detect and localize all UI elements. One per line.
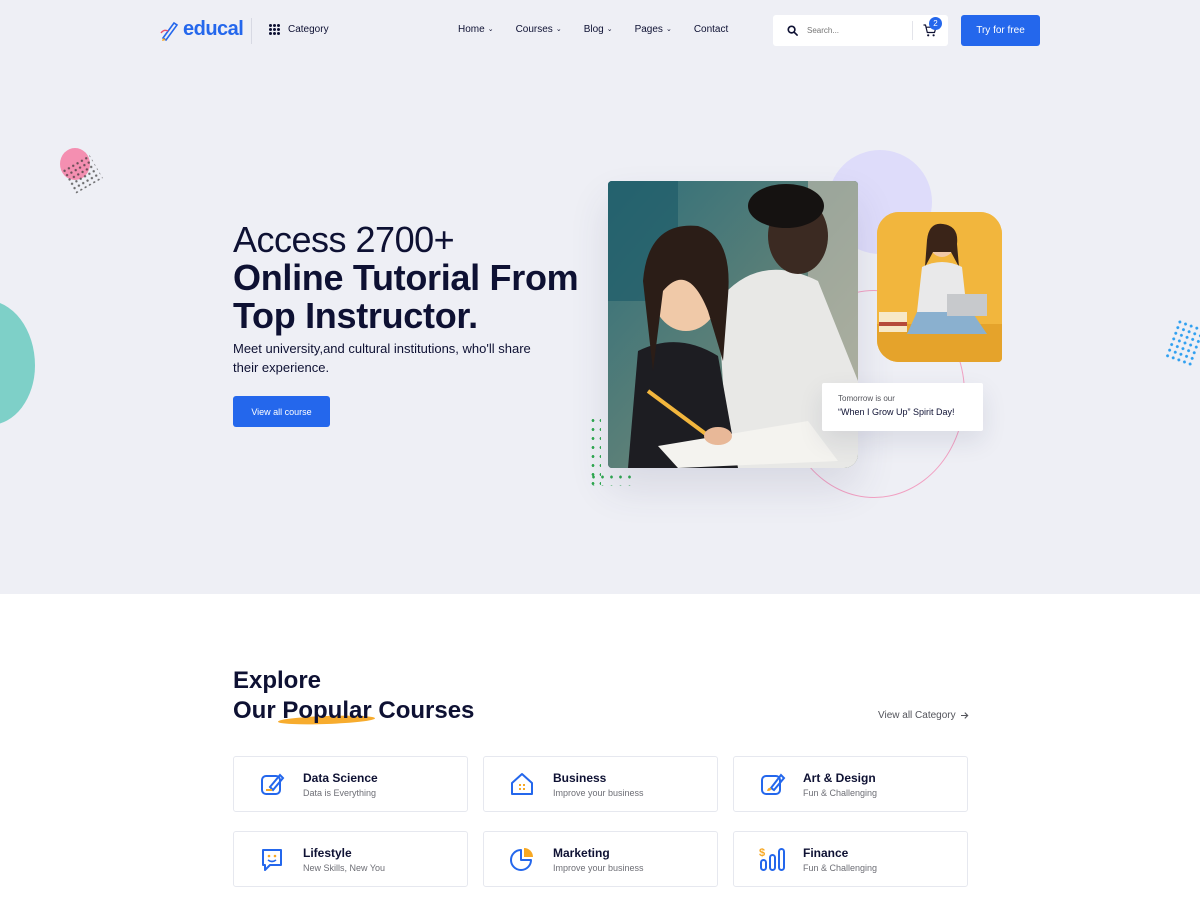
section-title-pre: Our (233, 697, 283, 724)
search-icon[interactable] (787, 25, 798, 36)
hero-title-rest: Tutorial From (343, 257, 579, 298)
header-divider (251, 18, 252, 44)
event-card-title: “When I Grow Up” Spirit Day! (838, 407, 955, 417)
highlight-text: Popular (282, 697, 372, 724)
category-title: Finance (803, 845, 849, 860)
hero-background (0, 0, 1200, 594)
category-subtitle: Fun & Challenging (803, 862, 878, 873)
section-highlight-word: Popular (278, 697, 376, 726)
nav-item-home[interactable]: Home ⌄ (458, 24, 494, 35)
sprinkles-pattern (1163, 318, 1200, 368)
grid-icon (269, 24, 280, 35)
category-title: Lifestyle (303, 845, 352, 860)
nav-item-contact[interactable]: Contact (694, 24, 728, 35)
marketing-icon (510, 848, 533, 871)
chevron-down-icon: ⌄ (487, 25, 494, 33)
category-subtitle: Improve your business (553, 862, 644, 873)
nav-item-pages[interactable]: Pages ⌄ (635, 24, 672, 35)
search-divider (912, 21, 913, 40)
nav-item-blog[interactable]: Blog ⌄ (584, 24, 613, 35)
nav-label: Pages (634, 24, 663, 35)
chevron-down-icon: ⌄ (555, 25, 562, 33)
nav-label: Blog (583, 24, 604, 35)
category-label: Category (288, 24, 329, 35)
hero-highlight-word: Online (228, 257, 348, 301)
lifestyle-icon (262, 849, 282, 871)
logo[interactable]: educal (160, 18, 244, 41)
category-title: Data Science (303, 770, 378, 785)
hero-title-line2: Online Tutorial From (228, 257, 579, 301)
category-card-business[interactable]: Business Improve your business (483, 756, 718, 812)
chevron-down-icon: ⌄ (606, 25, 613, 33)
art-design-icon (761, 773, 786, 795)
category-subtitle: Improve your business (553, 787, 644, 798)
category-card-marketing[interactable]: Marketing Improve your business (483, 831, 718, 887)
section-title-line2: Our Popular Courses (233, 697, 475, 726)
category-grid: Data Science Data is Everything Business… (233, 756, 968, 887)
hero-subtitle: Meet university,and cultural institution… (233, 341, 531, 375)
site-header: educal Category Home ⌄ Courses ⌄ Blog ⌄ … (0, 0, 1200, 62)
section-title-line1: Explore (233, 667, 322, 694)
teal-blob-shape (0, 300, 35, 425)
category-card-data-science[interactable]: Data Science Data is Everything (233, 756, 468, 812)
finance-icon: $ (759, 847, 785, 871)
category-card-finance[interactable]: $ Finance Fun & Challenging (733, 831, 968, 887)
students-illustration (608, 181, 858, 468)
category-button[interactable]: Category (269, 24, 329, 35)
category-subtitle: Data is Everything (303, 787, 377, 798)
search-box: 2 (773, 15, 948, 46)
business-icon (511, 773, 533, 795)
search-input[interactable] (807, 26, 907, 35)
cart-count-badge: 2 (929, 17, 942, 30)
event-card-intro: Tomorrow is our (838, 394, 895, 403)
section-title-post: Courses (371, 697, 475, 724)
nav-label: Home (458, 24, 485, 35)
view-all-course-button[interactable]: View all course (233, 396, 330, 427)
logo-text: educal (183, 18, 244, 40)
category-subtitle: New Skills, New You (303, 862, 386, 873)
category-title: Marketing (553, 845, 610, 860)
svg-text:$: $ (759, 847, 765, 859)
category-title: Business (553, 770, 607, 785)
highlight-text: Online (233, 257, 344, 298)
students-photo (608, 181, 858, 468)
pencil-logo-icon (160, 21, 179, 41)
view-all-category-link[interactable]: View all Category (878, 710, 969, 721)
hero-title-line1: Access 2700+ (233, 219, 455, 260)
try-for-free-button[interactable]: Try for free (961, 15, 1040, 46)
nav-label: Contact (693, 24, 729, 35)
student-illustration (877, 212, 1002, 362)
data-science-icon (261, 773, 285, 795)
arrow-right-icon (960, 712, 969, 719)
category-card-lifestyle[interactable]: Lifestyle New Skills, New You (233, 831, 468, 887)
student-laptop-photo (877, 212, 1002, 362)
view-all-category-label: View all Category (878, 710, 956, 721)
nav-item-courses[interactable]: Courses ⌄ (516, 24, 562, 35)
category-subtitle: Fun & Challenging (803, 787, 878, 798)
category-title: Art & Design (803, 770, 876, 785)
nav-label: Courses (515, 24, 553, 35)
hero-title-line3: Top Instructor. (233, 295, 478, 336)
main-nav: Home ⌄ Courses ⌄ Blog ⌄ Pages ⌄ Contact (458, 24, 728, 35)
green-dots-pattern (589, 472, 637, 486)
event-info-card: Tomorrow is our “When I Grow Up” Spirit … (822, 383, 983, 431)
chevron-down-icon: ⌄ (665, 25, 672, 33)
category-card-art-design[interactable]: Art & Design Fun & Challenging (733, 756, 968, 812)
